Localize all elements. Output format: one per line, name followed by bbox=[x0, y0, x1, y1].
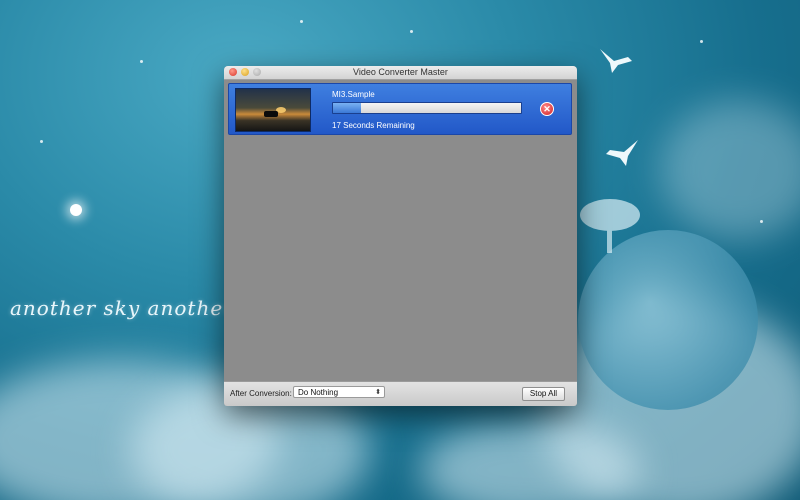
stop-all-button[interactable]: Stop All bbox=[522, 387, 565, 401]
glowing-star bbox=[70, 204, 82, 216]
dove-icon bbox=[600, 49, 632, 73]
after-conversion-select[interactable]: Do Nothing ⬍ bbox=[293, 386, 385, 398]
title-bar[interactable]: Video Converter Master bbox=[224, 66, 577, 80]
planet-graphic bbox=[578, 230, 758, 410]
close-window-button[interactable] bbox=[229, 68, 237, 76]
close-circle-icon: ✕ bbox=[543, 104, 551, 114]
time-remaining: 17 Seconds Remaining bbox=[332, 121, 415, 130]
after-conversion-label: After Conversion: bbox=[230, 389, 292, 398]
window-title: Video Converter Master bbox=[353, 67, 448, 77]
job-file-name: MI3.Sample bbox=[332, 90, 375, 99]
conversion-job-row[interactable]: MI3.Sample 17 Seconds Remaining ✕ bbox=[228, 83, 572, 135]
zoom-window-button[interactable] bbox=[253, 68, 261, 76]
app-window: Video Converter Master MI3.Sample 17 Sec… bbox=[224, 66, 577, 406]
minimize-window-button[interactable] bbox=[241, 68, 249, 76]
progress-fill bbox=[333, 103, 362, 113]
conversion-progress-bar bbox=[332, 102, 522, 114]
chevron-updown-icon: ⬍ bbox=[375, 389, 381, 396]
tree-graphic bbox=[580, 199, 640, 253]
bottom-toolbar: After Conversion: Do Nothing ⬍ Stop All bbox=[224, 381, 577, 406]
after-conversion-value: Do Nothing bbox=[298, 388, 339, 397]
dove-icon bbox=[606, 140, 638, 166]
video-thumbnail bbox=[235, 88, 311, 132]
cancel-job-button[interactable]: ✕ bbox=[540, 102, 554, 116]
job-list: MI3.Sample 17 Seconds Remaining ✕ bbox=[224, 80, 577, 382]
